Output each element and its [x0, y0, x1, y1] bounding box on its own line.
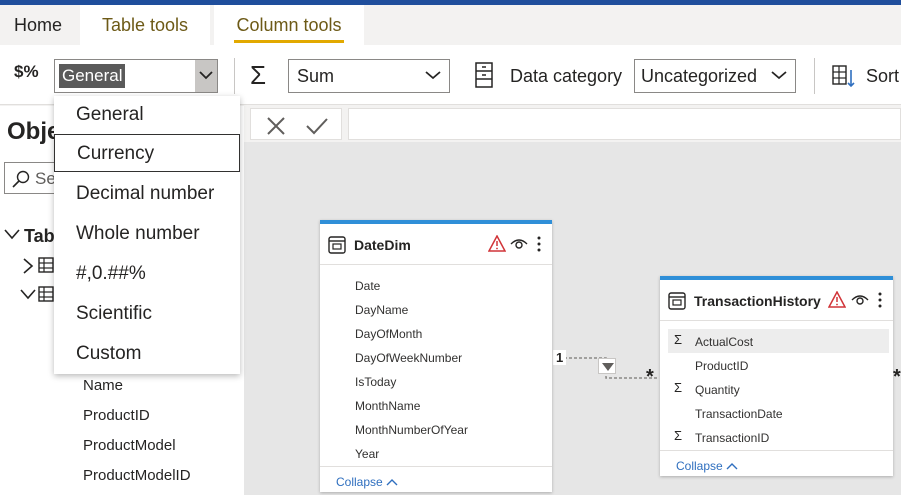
- sigma-icon: Σ: [674, 428, 683, 443]
- summarization-select-value: Sum: [297, 66, 335, 86]
- table-field[interactable]: TransactionID: [695, 431, 769, 445]
- active-tab-underline: [234, 40, 344, 43]
- chevron-up-icon: [386, 479, 398, 486]
- table-card-datedim[interactable]: DateDim Date DayName DayOfMonth DayOfWee…: [320, 220, 552, 492]
- table-icon: [668, 292, 686, 310]
- collapse-link[interactable]: Collapse: [676, 459, 738, 473]
- field-list-item[interactable]: Name: [83, 377, 123, 394]
- table-icon: [328, 236, 346, 254]
- field-list-item[interactable]: ProductID: [83, 407, 150, 424]
- table-field[interactable]: MonthNumberOfYear: [355, 423, 468, 437]
- search-icon: [12, 170, 30, 188]
- visibility-eye-icon[interactable]: [851, 293, 869, 307]
- chevron-down-icon: [771, 71, 787, 80]
- filter-direction-arrow-icon: [602, 363, 614, 371]
- relationship-one-label: 1: [553, 350, 567, 365]
- chevron-down-icon: [199, 71, 213, 80]
- table-field[interactable]: IsToday: [355, 375, 396, 389]
- tab-home[interactable]: Home: [14, 5, 62, 45]
- summarization-sigma-icon: Σ: [250, 60, 267, 90]
- format-select[interactable]: General: [54, 59, 218, 93]
- visibility-eye-icon[interactable]: [510, 237, 528, 251]
- summarization-select[interactable]: Sum: [288, 59, 450, 93]
- formula-input[interactable]: [348, 108, 901, 140]
- table-field[interactable]: DayOfWeekNumber: [355, 351, 462, 365]
- card-divider: [320, 466, 552, 467]
- ribbon-divider: [234, 58, 235, 94]
- data-category-icon: [475, 62, 493, 88]
- format-dropdown-menu: General Currency Decimal number Whole nu…: [54, 96, 240, 374]
- collapse-label: Collapse: [336, 475, 383, 489]
- table-field[interactable]: Date: [355, 279, 380, 293]
- chevron-right-icon[interactable]: [22, 258, 34, 274]
- format-select-value[interactable]: General: [59, 64, 126, 88]
- chevron-up-icon: [726, 463, 738, 470]
- chevron-down-icon[interactable]: [4, 228, 20, 240]
- search-placeholder: Se: [35, 169, 56, 188]
- table-card-transactionhistory[interactable]: TransactionHistory Σ ActualCost ProductI…: [660, 276, 893, 476]
- tab-table-tools[interactable]: Table tools: [80, 5, 210, 45]
- sort-by-column-label[interactable]: Sort: [866, 66, 899, 87]
- cancel-x-icon[interactable]: [265, 115, 287, 137]
- table-field[interactable]: Year: [355, 447, 379, 461]
- tab-column-tools-label: Column tools: [236, 15, 342, 35]
- field-list-item[interactable]: ProductModel: [83, 437, 176, 454]
- tab-column-tools[interactable]: Column tools: [214, 5, 364, 45]
- table-field[interactable]: ActualCost: [695, 335, 753, 349]
- format-option-scientific[interactable]: Scientific: [54, 295, 240, 333]
- table-field[interactable]: DayOfMonth: [355, 327, 422, 341]
- table-icon: [38, 286, 54, 302]
- data-category-select[interactable]: Uncategorized: [634, 59, 796, 93]
- field-list-item[interactable]: ProductModelID: [83, 467, 191, 484]
- data-category-label: Data category: [510, 66, 623, 86]
- chevron-down-icon: [425, 71, 441, 80]
- format-option-decimal-number[interactable]: Decimal number: [54, 175, 240, 213]
- table-field[interactable]: ProductID: [695, 359, 748, 373]
- sort-by-column-icon[interactable]: [832, 64, 856, 88]
- commit-check-icon[interactable]: [305, 115, 329, 137]
- formula-actions: [250, 108, 342, 140]
- card-divider: [660, 320, 893, 321]
- tree-tables-header[interactable]: Tab: [24, 226, 55, 247]
- relationship-direction-box[interactable]: [598, 358, 616, 374]
- pane-title: Obje: [7, 118, 61, 145]
- collapse-link[interactable]: Collapse: [336, 475, 398, 489]
- sigma-icon: Σ: [674, 332, 683, 347]
- table-card-title: TransactionHistory: [694, 293, 821, 309]
- format-currency-icon[interactable]: $%: [14, 62, 39, 82]
- table-card-title: DateDim: [354, 237, 411, 253]
- table-field[interactable]: Quantity: [695, 383, 740, 397]
- format-option-currency[interactable]: Currency: [54, 134, 240, 172]
- data-category-select-value: Uncategorized: [641, 66, 758, 86]
- warning-icon[interactable]: [488, 235, 506, 252]
- format-option-custom[interactable]: Custom: [54, 335, 240, 373]
- relationship-many-label: *: [646, 366, 654, 388]
- relationship-many-label-right: *: [893, 366, 901, 388]
- ribbon-divider: [814, 58, 815, 94]
- format-select-chevron[interactable]: [195, 60, 217, 92]
- more-options-icon[interactable]: [536, 236, 542, 252]
- warning-icon[interactable]: [828, 291, 846, 308]
- card-divider: [660, 450, 893, 451]
- sigma-icon: Σ: [674, 380, 683, 395]
- card-divider: [320, 264, 552, 265]
- table-field[interactable]: DayName: [355, 303, 408, 317]
- format-option-whole-number[interactable]: Whole number: [54, 215, 240, 253]
- collapse-label: Collapse: [676, 459, 723, 473]
- more-options-icon[interactable]: [877, 292, 883, 308]
- table-icon: [38, 257, 54, 273]
- format-option-percentage[interactable]: #,0.##%: [54, 255, 240, 293]
- table-field[interactable]: MonthName: [355, 399, 420, 413]
- chevron-down-icon[interactable]: [20, 288, 36, 300]
- table-field[interactable]: TransactionDate: [695, 407, 783, 421]
- format-option-general[interactable]: General: [54, 96, 240, 134]
